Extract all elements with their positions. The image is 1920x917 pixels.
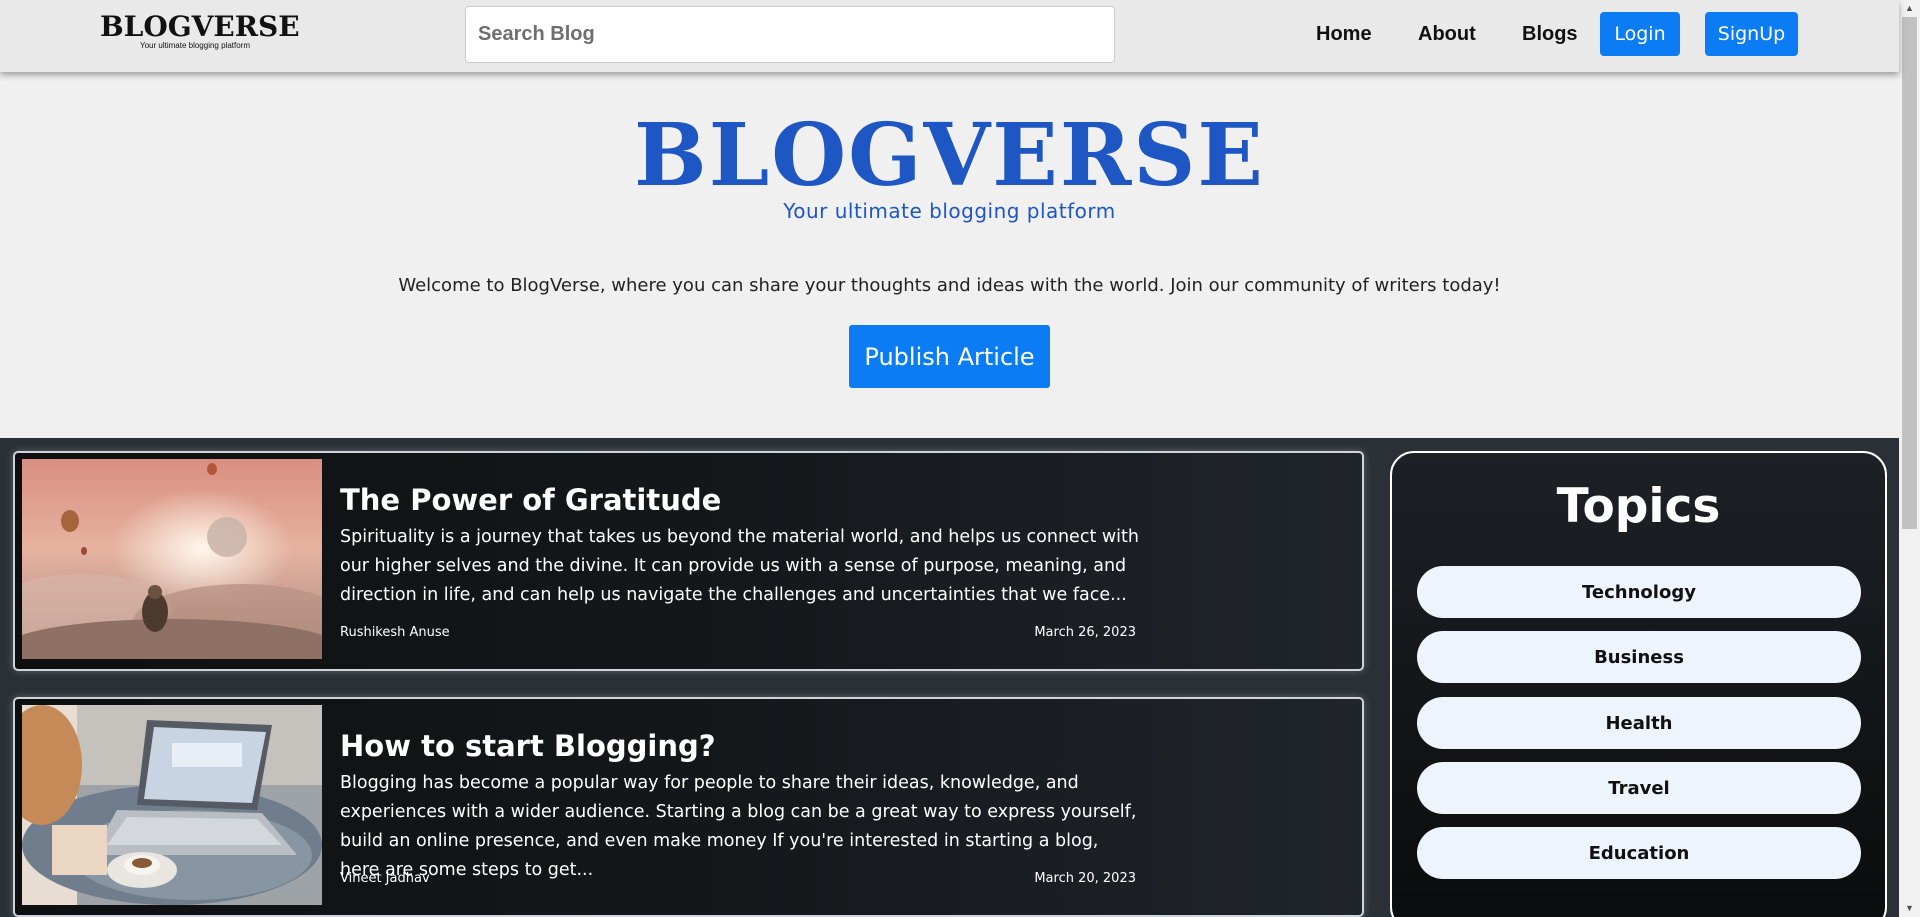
hero-section: BLOGVERSE Your ultimate blogging platfor… [0,72,1899,438]
blog-date: March 26, 2023 [1034,625,1136,640]
nav-logo-title: BLOGVERSE [100,10,300,43]
signup-button[interactable]: SignUp [1705,12,1798,56]
nav-logo[interactable]: BLOGVERSE Your ultimate blogging platfor… [100,10,300,50]
topics-title: Topics [1556,479,1721,534]
gratitude-image[interactable] [22,459,322,659]
blog-title[interactable]: How to start Blogging? [340,729,716,763]
hero-welcome-text: Welcome to BlogVerse, where you can shar… [398,275,1501,296]
scrollbar-thumb[interactable] [1902,17,1917,529]
navbar: BLOGVERSE Your ultimate blogging platfor… [0,0,1899,72]
blog-card[interactable]: The Power of Gratitude Spirituality is a… [13,451,1364,671]
nav-link-blogs[interactable]: Blogs [1522,23,1578,46]
hero-subtitle: Your ultimate blogging platform [783,199,1116,223]
topic-technology-button[interactable]: Technology [1417,566,1861,618]
login-button[interactable]: Login [1600,12,1680,56]
blog-author: Vineet Jadhav [340,871,430,886]
blog-date: March 20, 2023 [1034,871,1136,886]
page-scrollbar[interactable]: ▲ ▼ [1899,0,1920,917]
blog-title[interactable]: The Power of Gratitude [340,483,721,517]
blogging-image[interactable] [22,705,322,905]
topic-travel-button[interactable]: Travel [1417,762,1861,814]
hero-title: BLOGVERSE [634,105,1265,206]
nav-logo-tagline: Your ultimate blogging platform [140,41,250,50]
topic-education-button[interactable]: Education [1417,827,1861,879]
topic-health-button[interactable]: Health [1417,697,1861,749]
topic-business-button[interactable]: Business [1417,631,1861,683]
nav-link-home[interactable]: Home [1316,23,1372,46]
blog-excerpt: Blogging has become a popular way for pe… [340,773,1137,880]
scroll-down-arrow-icon[interactable]: ▼ [1899,900,1920,917]
nav-link-about[interactable]: About [1418,23,1476,46]
scroll-up-arrow-icon[interactable]: ▲ [1899,0,1920,17]
topics-panel: Topics Technology Business Health Travel… [1390,451,1887,917]
blog-excerpt: Spirituality is a journey that takes us … [340,527,1140,605]
publish-article-button[interactable]: Publish Article [849,325,1050,388]
search-input[interactable] [465,6,1115,63]
blog-card[interactable]: How to start Blogging? Blogging has beco… [13,697,1364,917]
blog-author: Rushikesh Anuse [340,625,450,640]
